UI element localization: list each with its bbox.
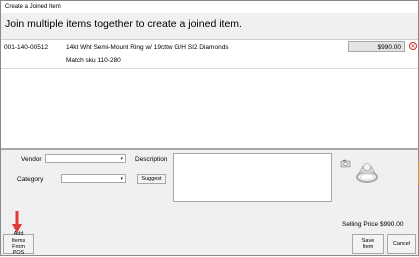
suggest-button[interactable]: Suggest xyxy=(137,174,166,184)
items-list: 001-140-00512 14kt Wht Semi-Mount Ring w… xyxy=(1,40,419,186)
description-textarea[interactable] xyxy=(173,153,332,202)
header-bar: Join multiple items together to create a… xyxy=(1,13,418,40)
item-row[interactable]: 001-140-00512 14kt Wht Semi-Mount Ring w… xyxy=(1,40,418,69)
item-match: Match sku 110-280 xyxy=(66,57,121,64)
item-description: 14kt Wht Semi-Mount Ring w/ 19cttw G/H S… xyxy=(66,44,229,51)
red-down-arrow-icon xyxy=(12,211,22,233)
header-text: Join multiple items together to create a… xyxy=(5,18,242,30)
create-joined-item-window: Create a Joined Item Join multiple items… xyxy=(0,0,419,256)
camera-icon xyxy=(340,159,351,168)
save-item-button[interactable]: Save Item xyxy=(352,234,384,254)
selling-price-text: Selling Price xyxy=(342,221,379,228)
window-title: Create a Joined Item xyxy=(5,4,61,10)
cancel-button[interactable]: Cancel xyxy=(387,234,416,254)
selling-price-label: Selling Price $990.00 xyxy=(342,221,403,228)
category-select[interactable]: ▾ xyxy=(61,174,126,183)
chevron-down-icon: ▾ xyxy=(120,176,123,182)
vendor-label: Vendor xyxy=(21,156,42,163)
ring-photo xyxy=(340,159,378,183)
item-price[interactable]: $990.00 xyxy=(348,41,405,52)
item-sku: 001-140-00512 xyxy=(4,44,49,51)
remove-item-icon[interactable]: ✕ xyxy=(409,42,417,50)
chevron-down-icon: ▾ xyxy=(120,156,123,162)
selling-price-value: $990.00 xyxy=(379,221,404,228)
form-area: Vendor ▾ Category ▾ Description Suggest xyxy=(1,150,418,256)
category-label: Category xyxy=(17,176,44,183)
description-label: Description xyxy=(135,156,168,163)
vendor-select[interactable]: ▾ xyxy=(45,154,126,163)
add-items-from-pos-button[interactable]: Add Items From POS xyxy=(3,231,34,256)
